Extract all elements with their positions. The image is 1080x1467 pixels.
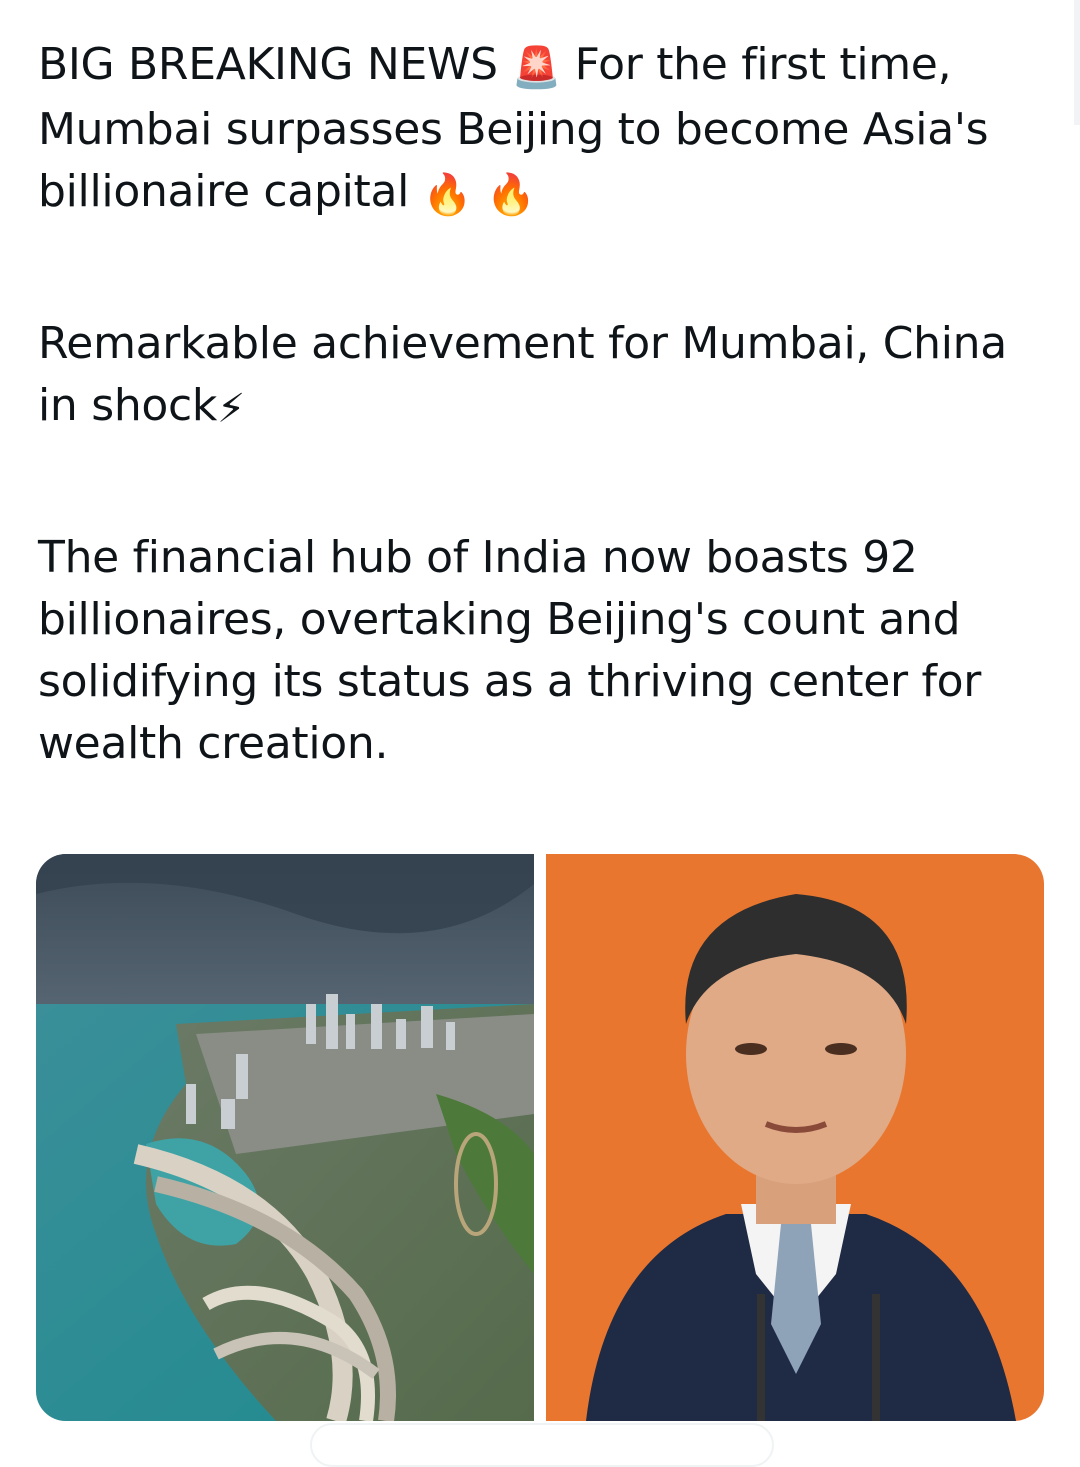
siren-icon: 🚨 [511,45,561,91]
details-paragraph: The financial hub of India now boasts 92… [38,527,1048,775]
reaction-text: Remarkable achievement for Mumbai, China… [38,318,1007,431]
headline-prefix: BIG BREAKING NEWS [38,39,512,90]
city-coastline-aerial-photo [36,854,534,1421]
city-photo[interactable] [36,854,534,1421]
media-grid [36,854,1044,1421]
reaction-paragraph: Remarkable achievement for Mumbai, China… [38,313,1048,440]
tweet-text: BIG BREAKING NEWS 🚨 For the first time, … [38,34,1048,775]
fire-icon: 🔥 [422,172,473,218]
details-text: The financial hub of India now boasts 92… [38,532,982,769]
bottom-control[interactable] [310,1423,774,1467]
scrollbar[interactable] [1074,0,1080,125]
headline-paragraph: BIG BREAKING NEWS 🚨 For the first time, … [38,34,1048,226]
leader-portrait-photo [546,854,1044,1421]
fire-icon: 🔥 [485,172,536,218]
lightning-icon: ⚡ [217,386,245,432]
portrait-photo[interactable] [546,854,1044,1421]
